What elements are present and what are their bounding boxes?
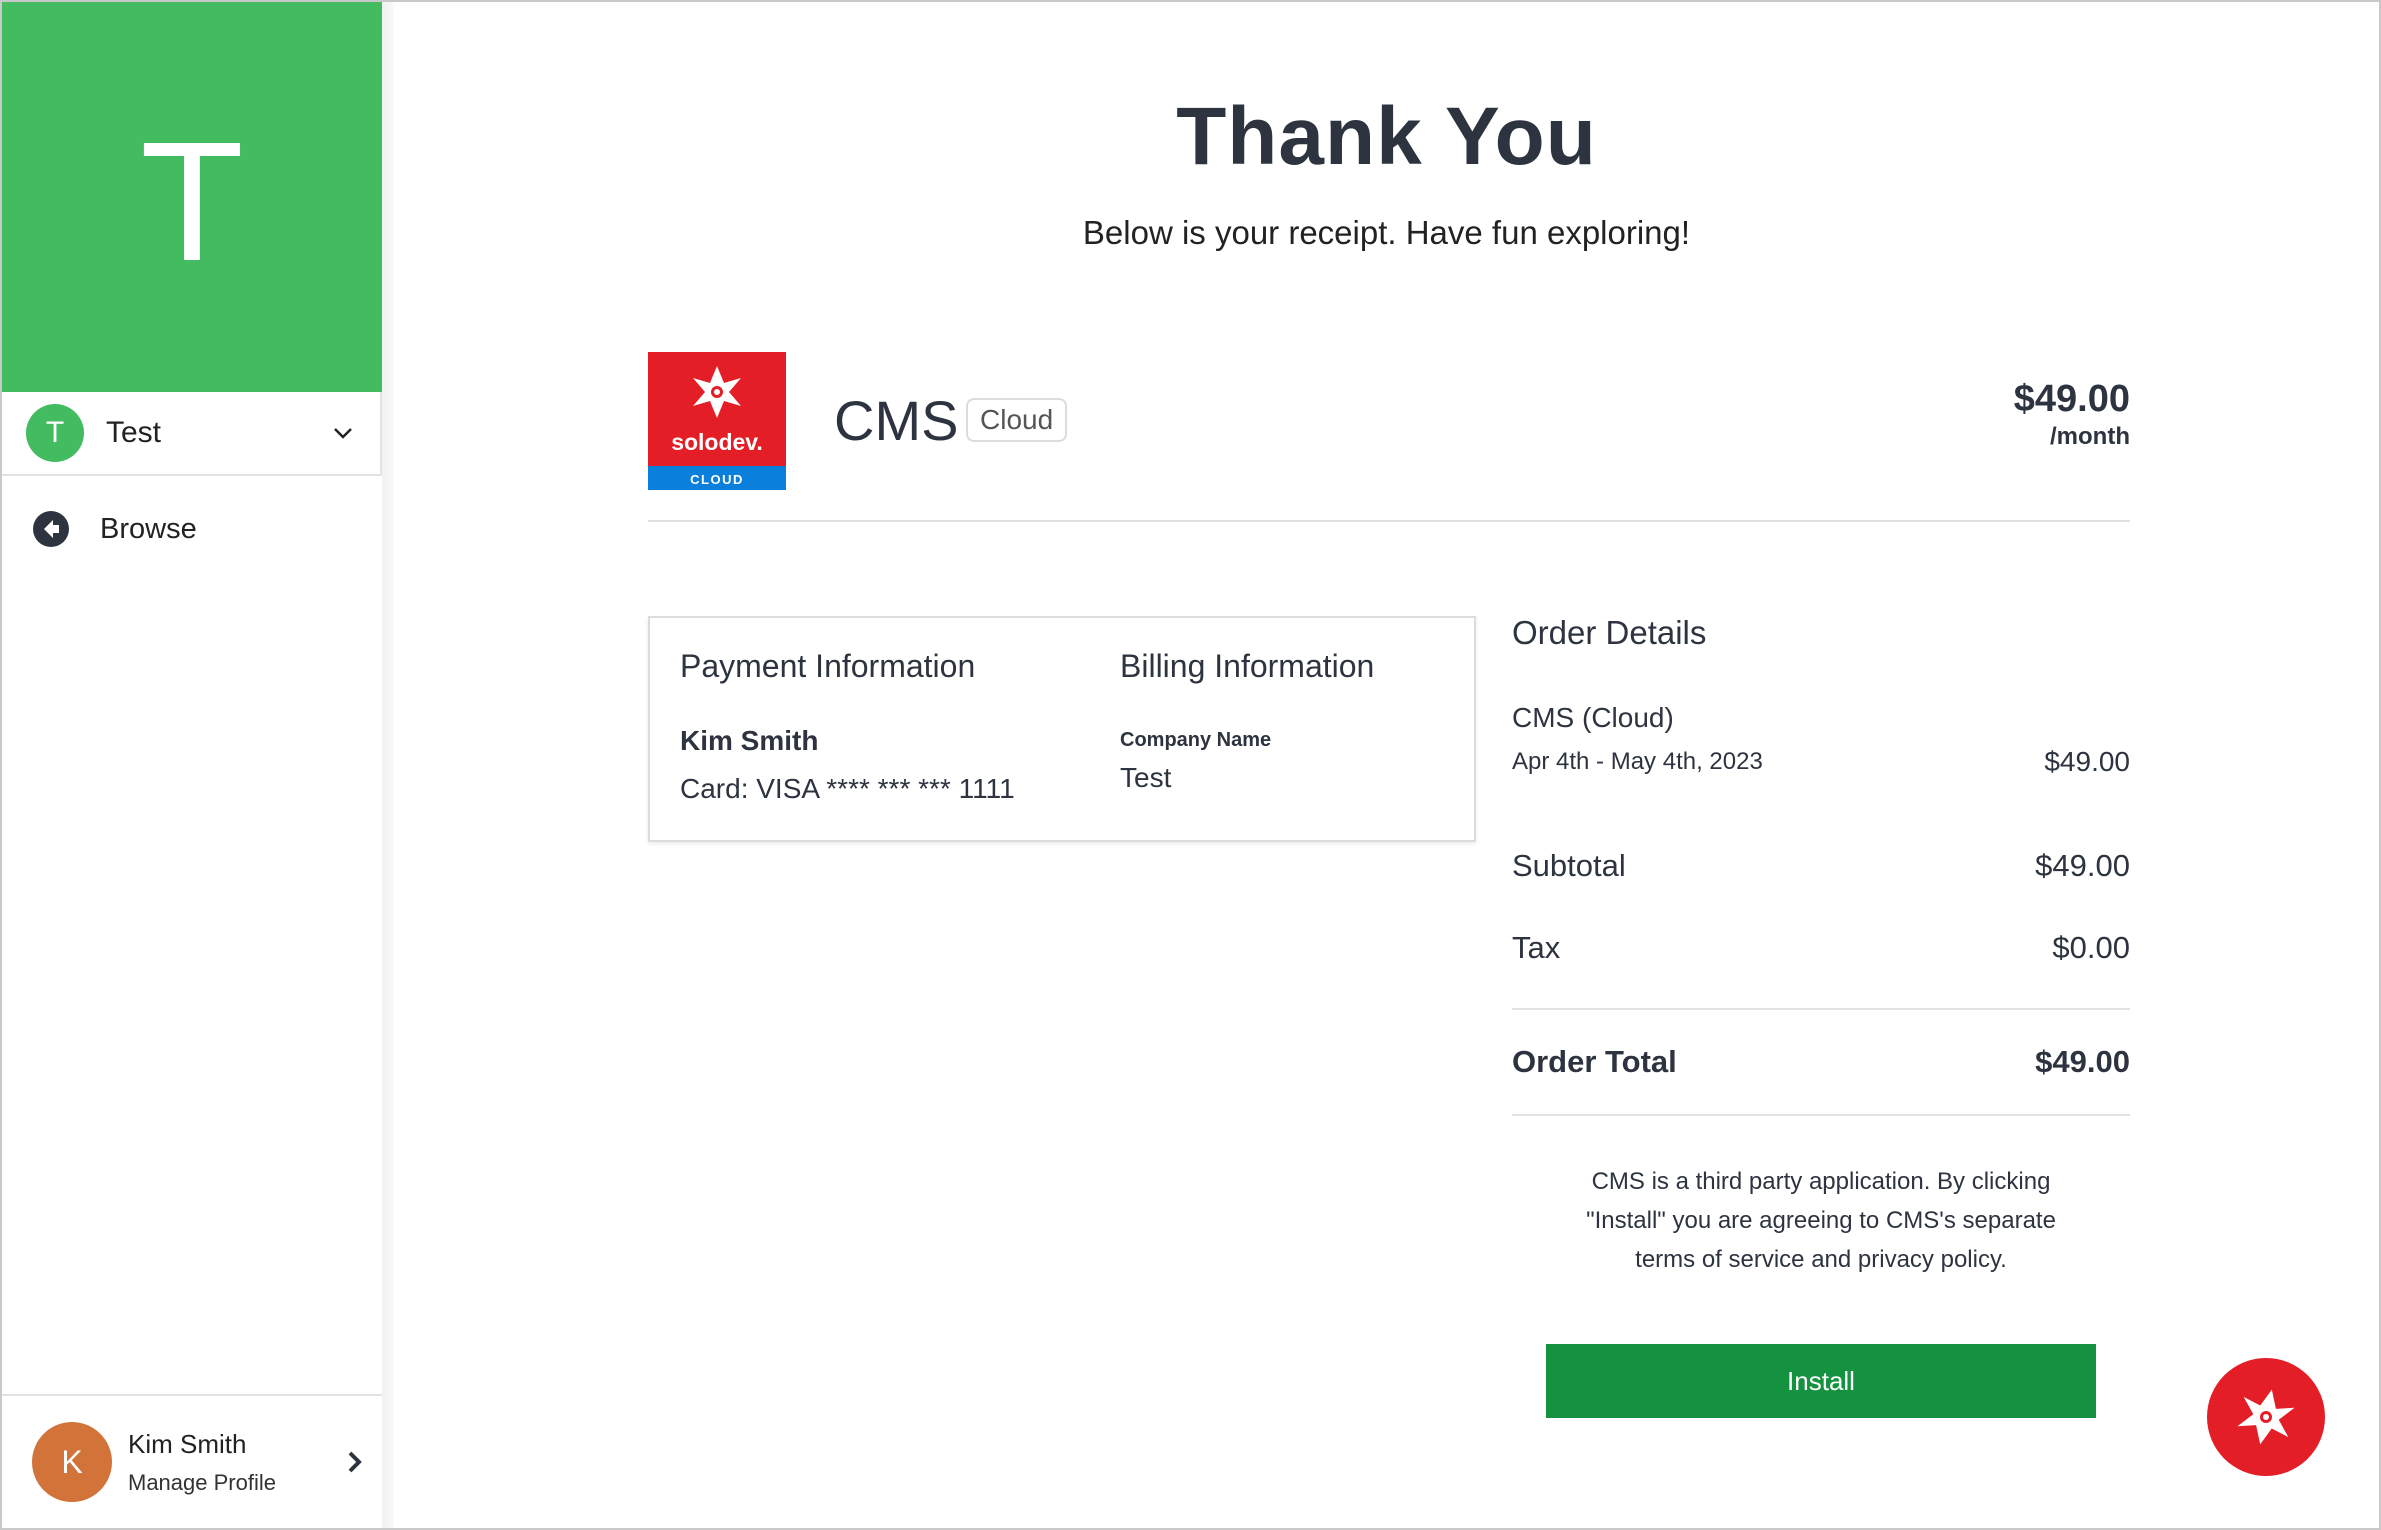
payment-info: Payment Information Kim Smith Card: VISA…	[680, 648, 1015, 805]
org-name: Test	[106, 416, 162, 449]
profile-name: Kim Smith	[128, 1428, 247, 1459]
avatar: K	[32, 1422, 112, 1502]
order-heading: Order Details	[1512, 614, 1707, 651]
profile-button[interactable]: K Kim Smith Manage Profile	[2, 1394, 382, 1528]
line-item-price: $49.00	[2044, 746, 2130, 777]
price-amount: $49.00	[2013, 378, 2130, 420]
subtotal-label: Subtotal	[1512, 848, 1626, 883]
logo-subtext: CLOUD	[690, 472, 744, 487]
profile-text: Kim Smith Manage Profile	[128, 1429, 344, 1496]
org-banner-initial: T	[140, 107, 244, 297]
cardholder-name: Kim Smith	[680, 725, 819, 756]
product-summary: solodev. CLOUD CMS Cloud $49.00 /month	[648, 352, 2130, 522]
subtotal-value: $49.00	[2035, 848, 2130, 883]
org-switcher[interactable]: T Test	[2, 392, 382, 476]
tax-row: Tax $0.00	[1512, 930, 2130, 966]
company-name-label: Company Name	[1120, 729, 1272, 751]
logo-wordmark: solodev.	[671, 429, 763, 455]
org-banner: T	[2, 2, 382, 392]
payment-heading: Payment Information	[680, 648, 976, 684]
billing-heading: Billing Information	[1120, 648, 1375, 684]
manage-profile-label: Manage Profile	[128, 1469, 276, 1495]
order-total-value: $49.00	[2035, 1044, 2130, 1079]
chevron-right-icon	[348, 1451, 362, 1473]
divider	[1512, 1114, 2130, 1116]
solodev-cloud-logo: solodev. CLOUD	[648, 352, 786, 490]
terms-notice: CMS is a third party application. By cli…	[1586, 1168, 2056, 1273]
main-content: Thank You Below is your receipt. Have fu…	[394, 2, 2379, 1528]
install-button[interactable]: Install	[1546, 1344, 2096, 1418]
sidebar-divider	[382, 2, 394, 1528]
divider	[1512, 1008, 2130, 1010]
sidebar-item-browse[interactable]: Browse	[2, 500, 382, 558]
product-name: CMS	[834, 389, 959, 452]
order-details: Order Details CMS (Cloud) Apr 4th - May …	[1512, 614, 2130, 1418]
product-badge: Cloud	[966, 398, 1068, 442]
billing-info: Billing Information Company Name Test	[1120, 648, 1374, 794]
order-total-label: Order Total	[1512, 1044, 1677, 1079]
chevron-down-icon	[334, 428, 352, 439]
sidebar: T T Test Browse K Kim Smith Manage Profi…	[2, 2, 382, 1528]
card-number: Card: VISA **** *** *** 1111	[680, 773, 1015, 804]
price-period: /month	[2050, 423, 2130, 450]
product-price: $49.00 /month	[2014, 378, 2130, 451]
page-title: Thank You	[1176, 91, 1597, 182]
sidebar-item-label: Browse	[100, 512, 197, 545]
tax-label: Tax	[1512, 930, 1561, 965]
page-subtitle: Below is your receipt. Have fun explorin…	[1082, 214, 1691, 251]
line-item-dates: Apr 4th - May 4th, 2023	[1512, 748, 1763, 775]
subtotal-row: Subtotal $49.00	[1512, 848, 2130, 884]
payment-billing-card: Payment Information Kim Smith Card: VISA…	[648, 616, 1476, 842]
tax-value: $0.00	[2052, 930, 2130, 965]
solodev-star-icon	[2237, 1389, 2295, 1445]
company-name-value: Test	[1120, 762, 1172, 793]
line-item-name: CMS (Cloud)	[1512, 702, 1674, 733]
arrow-left-circle-icon	[33, 511, 69, 547]
org-avatar: T	[26, 404, 84, 462]
order-total-row: Order Total $49.00	[1512, 1044, 2130, 1080]
solodev-help-button[interactable]	[2207, 1358, 2325, 1476]
order-line-item: CMS (Cloud) Apr 4th - May 4th, 2023 $49.…	[1512, 702, 2130, 782]
